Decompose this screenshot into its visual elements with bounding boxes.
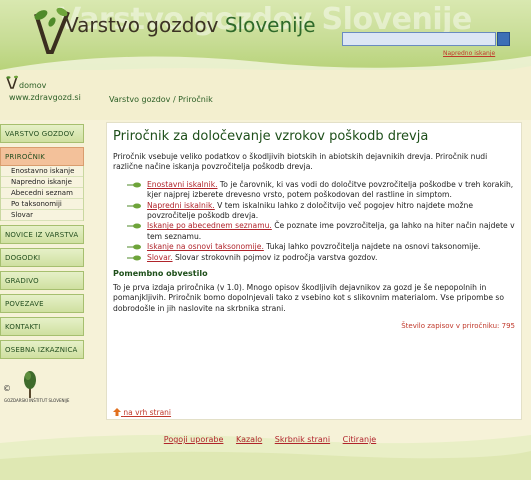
breadcrumb[interactable]: Varstvo gozdov / Priročnik <box>109 95 213 104</box>
napredni-iskalnik-link[interactable]: Napredni iskalnik. <box>147 201 215 210</box>
notice-paragraph: To je prva izdaja priročnika (v 1.0). Mn… <box>113 283 505 313</box>
sidebar-item-novice[interactable]: NOVICE IZ VARSTVA <box>0 225 84 244</box>
site-title-main: Varstvo gozdov <box>65 13 219 37</box>
leaf-bullet-icon <box>127 223 141 229</box>
sidebar-item-osebna-izkaznica[interactable]: OSEBNA IZKAZNICA <box>0 340 84 359</box>
back-to-top-link[interactable]: na vrh strani <box>113 408 171 417</box>
home-icon[interactable] <box>6 75 18 89</box>
sidebar-item-prirocnik[interactable]: PRIROČNIK <box>0 147 84 166</box>
leaf-bullet-icon <box>127 255 141 261</box>
leaf-bullet-icon <box>127 203 141 209</box>
footer-link-citiranje[interactable]: Citiranje <box>343 435 377 444</box>
submenu-item-po-taksonomiji[interactable]: Po taksonomiji <box>1 199 83 210</box>
footer-links: Pogoji uporabe Kazalo Skrbnik strani Cit… <box>120 435 420 444</box>
slovar-link[interactable]: Slovar. <box>147 253 173 262</box>
list-item: Iskanje po abecednem seznamu. Če poznate… <box>113 221 515 242</box>
site-url-link[interactable]: www.zdravgozd.si <box>9 93 81 102</box>
footer-link-skrbnik-strani[interactable]: Skrbnik strani <box>275 435 330 444</box>
footer-link-kazalo[interactable]: Kazalo <box>236 435 262 444</box>
site-title[interactable]: Varstvo gozdov Slovenije <box>65 13 316 37</box>
enostavni-iskalnik-link[interactable]: Enostavni iskalnik. <box>147 180 218 189</box>
list-item: Napredni iskalnik. V tem iskalniku lahko… <box>113 201 515 222</box>
taksonomija-link[interactable]: Iskanje na osnovi taksonomije. <box>147 242 264 251</box>
main-content: Priročnik za določevanje vzrokov poškodb… <box>106 122 522 420</box>
submenu-item-slovar[interactable]: Slovar <box>1 210 83 221</box>
list-item: Slovar. Slovar strokovnih pojmov iz podr… <box>113 253 515 263</box>
leaf-bullet-icon <box>127 244 141 250</box>
footer-hill-decoration <box>0 434 531 480</box>
submenu-item-enostavno-iskanje[interactable]: Enostavno iskanje <box>1 166 83 177</box>
site-header: Varstvo gozdov Slovenije Varstvo gozdov … <box>0 0 531 70</box>
footer-link-pogoji-uporabe[interactable]: Pogoji uporabe <box>164 435 224 444</box>
page-title: Priročnik za določevanje vzrokov poškodb… <box>113 129 429 144</box>
home-link[interactable]: domov <box>19 81 46 90</box>
sidebar-item-povezave[interactable]: POVEZAVE <box>0 294 84 313</box>
list-item: Iskanje na osnovi taksonomije. Tukaj lah… <box>113 242 515 252</box>
site-title-country: Slovenije <box>224 13 316 37</box>
sidebar-item-varstvo-gozdov[interactable]: VARSTVO GOZDOV <box>0 124 84 143</box>
prirocnik-submenu: Enostavno iskanje Napredno iskanje Abece… <box>0 166 84 221</box>
abecedni-seznam-link[interactable]: Iskanje po abecednem seznamu. <box>147 221 272 230</box>
submenu-item-napredno-iskanje[interactable]: Napredno iskanje <box>1 177 83 188</box>
record-counter: Število zapisov v priročniku: 795 <box>401 322 515 331</box>
list-item-text: Tukaj lahko povzročitelja najdete na osn… <box>263 242 481 252</box>
sidebar-item-gradivo[interactable]: GRADIVO <box>0 271 84 290</box>
back-to-top-label: na vrh strani <box>123 408 172 417</box>
leaf-bullet-icon <box>127 182 141 188</box>
institute-name[interactable]: GOZDARSKI INŠTITUT SLOVENIJE <box>4 398 69 403</box>
sidebar-item-kontakti[interactable]: KONTAKTI <box>0 317 84 336</box>
advanced-search-link[interactable]: Napredno iskanje <box>443 50 495 57</box>
notice-heading: Pomembno obvestilo <box>113 269 208 279</box>
arrow-up-icon <box>113 408 121 416</box>
list-item-text: Slovar strokovnih pojmov iz področja var… <box>172 252 378 262</box>
copyright-symbol: © <box>3 384 11 393</box>
search-input[interactable] <box>342 32 496 46</box>
submenu-item-abecedni-seznam[interactable]: Abecedni seznam <box>1 188 83 199</box>
institute-tree-logo-icon[interactable] <box>8 370 38 400</box>
list-item: Enostavni iskalnik. To je čarovnik, ki v… <box>113 180 515 201</box>
search-button[interactable] <box>497 32 510 46</box>
intro-paragraph: Priročnik vsebuje veliko podatkov o škod… <box>113 152 488 172</box>
sidebar-item-dogodki[interactable]: DOGODKI <box>0 248 84 267</box>
search-methods-list: Enostavni iskalnik. To je čarovnik, ki v… <box>113 180 515 263</box>
